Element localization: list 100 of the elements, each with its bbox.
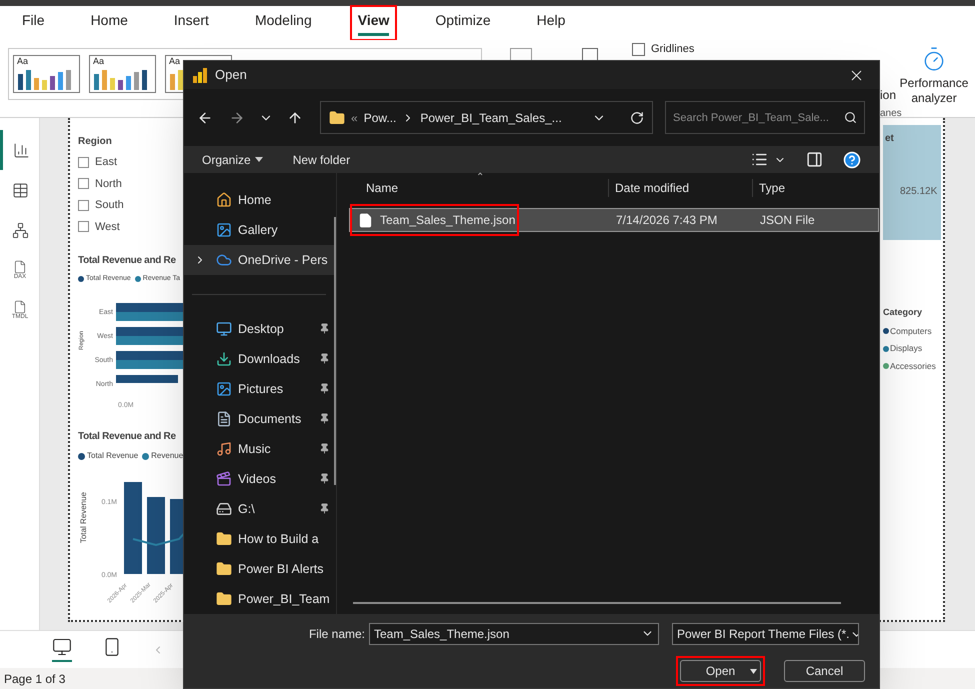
app-logo-icon xyxy=(193,68,207,82)
file-name-label: File name: xyxy=(308,626,366,643)
nav-item[interactable]: Downloads xyxy=(184,344,334,374)
folder-icon xyxy=(329,110,345,126)
pin-icon xyxy=(318,473,330,484)
pin-icon xyxy=(318,443,330,454)
pin-icon xyxy=(318,413,330,424)
legend-item: Accessories xyxy=(890,360,936,373)
breadcrumb-item[interactable]: Pow... xyxy=(364,108,396,126)
nav-label: Power_BI_Team xyxy=(238,590,330,608)
nav-label: Downloads xyxy=(238,350,300,368)
axis-title: Total Revenue xyxy=(78,492,89,544)
ribbon-tab[interactable]: Home xyxy=(82,5,136,41)
slicer-item[interactable]: North xyxy=(95,176,122,192)
ribbon-tab[interactable]: File xyxy=(14,5,53,41)
theme-thumbnail[interactable]: Aa xyxy=(89,55,156,93)
pin-icon xyxy=(318,323,330,334)
nav-label: OneDrive - Pers xyxy=(238,252,328,269)
nav-item[interactable]: Home xyxy=(184,185,334,215)
nav-item[interactable]: Documents xyxy=(184,404,334,434)
ribbon-tab[interactable]: Help xyxy=(528,5,574,41)
horizontal-scrollbar[interactable] xyxy=(353,602,841,604)
column-header[interactable]: Name xyxy=(337,179,609,197)
dialog-title: Open xyxy=(215,66,247,84)
ribbon-tab[interactable]: Optimize xyxy=(427,5,499,41)
music-icon xyxy=(216,440,232,457)
checkbox-label: Gridlines xyxy=(651,43,694,56)
nav-item[interactable]: G:\ xyxy=(184,494,334,524)
nav-item[interactable]: OneDrive - Pers xyxy=(184,245,334,275)
card-title: et xyxy=(885,132,894,146)
checkbox[interactable] xyxy=(78,200,89,211)
nav-item[interactable]: Pictures xyxy=(184,374,334,404)
image-icon xyxy=(216,222,232,238)
organize-button[interactable]: Organize xyxy=(202,150,263,168)
caret-icon xyxy=(254,157,263,162)
folder-icon xyxy=(216,530,232,547)
desktop-view-button[interactable] xyxy=(52,637,72,662)
folder-icon xyxy=(216,590,232,607)
checkbox[interactable] xyxy=(78,221,89,232)
open-button[interactable]: Open xyxy=(680,660,761,682)
address-bar[interactable]: « Pow... Power_BI_Team_Sales_... xyxy=(320,101,653,134)
group-label: anes xyxy=(880,107,902,121)
document-icon xyxy=(13,260,27,274)
column-header[interactable]: Type xyxy=(753,179,786,197)
file-type: JSON File xyxy=(759,212,815,229)
nav-label: G:\ xyxy=(238,500,255,518)
nav-item[interactable]: How to Build a xyxy=(184,524,334,554)
video-icon xyxy=(216,470,232,487)
column-header[interactable]: Date modified xyxy=(609,179,753,197)
breadcrumb-item[interactable]: Power_BI_Team_Sales_... xyxy=(420,108,562,126)
monitor-icon xyxy=(216,320,232,337)
theme-thumbnail[interactable]: Aa xyxy=(13,55,80,93)
help-icon[interactable] xyxy=(843,150,861,168)
new-folder-button[interactable]: New folder xyxy=(292,150,350,168)
checkbox[interactable] xyxy=(632,43,645,56)
slicer-item[interactable]: East xyxy=(95,154,118,170)
slicer-item[interactable]: South xyxy=(95,197,124,214)
chart-title: Total Revenue and Re xyxy=(78,430,176,444)
refresh-icon[interactable] xyxy=(630,110,644,124)
nav-label: Documents xyxy=(238,410,302,428)
document-icon xyxy=(216,410,232,427)
nav-label: Desktop xyxy=(238,320,284,338)
cancel-button[interactable]: Cancel xyxy=(784,660,865,682)
ribbon-tab[interactable]: Modeling xyxy=(246,5,320,41)
preview-pane-icon[interactable] xyxy=(806,151,823,168)
checkbox[interactable] xyxy=(78,156,89,168)
ribbon-tab[interactable]: Insert xyxy=(166,5,217,41)
pin-icon xyxy=(318,503,330,514)
image-icon xyxy=(216,380,232,397)
legend-item: Displays xyxy=(890,342,922,355)
file-name: Team_Sales_Theme.json xyxy=(380,212,516,229)
file-name-field[interactable]: Team_Sales_Theme.json xyxy=(369,623,659,645)
drive-icon xyxy=(216,500,232,517)
gauge-value: 825.12K xyxy=(900,185,938,199)
search-field[interactable]: Search Power_BI_Team_Sale... xyxy=(665,101,865,134)
scrollbar[interactable] xyxy=(334,217,336,485)
home-icon xyxy=(216,192,232,208)
legend-item: Total Revenue xyxy=(78,450,138,462)
nav-item[interactable]: Gallery xyxy=(184,215,334,245)
folder-icon xyxy=(216,560,232,577)
chart-title: Total Revenue and Re xyxy=(78,254,176,268)
nav-item[interactable]: Power BI Alerts xyxy=(184,554,334,584)
nav-item[interactable]: Power_BI_Team xyxy=(184,584,334,614)
nav-item[interactable]: Music xyxy=(184,434,334,464)
legend-item: Computers xyxy=(890,324,932,338)
slicer-title: Region xyxy=(78,135,113,149)
nav-label: Gallery xyxy=(238,222,278,239)
ribbon-label: ion xyxy=(880,88,896,104)
pin-icon xyxy=(318,353,330,364)
nav-label: Videos xyxy=(238,470,276,488)
checkbox[interactable] xyxy=(78,178,89,190)
performance-analyzer-button[interactable]: Performance analyzer xyxy=(900,46,968,106)
slicer-item[interactable]: West xyxy=(95,218,120,235)
nav-item[interactable]: Desktop xyxy=(184,314,334,344)
nav-label: Music xyxy=(238,440,271,458)
overflow-chevron[interactable]: « xyxy=(351,108,358,126)
file-date: 7/14/2026 7:43 PM xyxy=(615,212,718,229)
file-type-dropdown[interactable]: Power BI Report Theme Files (*. xyxy=(672,623,859,645)
nav-item[interactable]: Videos xyxy=(184,464,334,494)
view-list-icon[interactable] xyxy=(751,151,768,168)
